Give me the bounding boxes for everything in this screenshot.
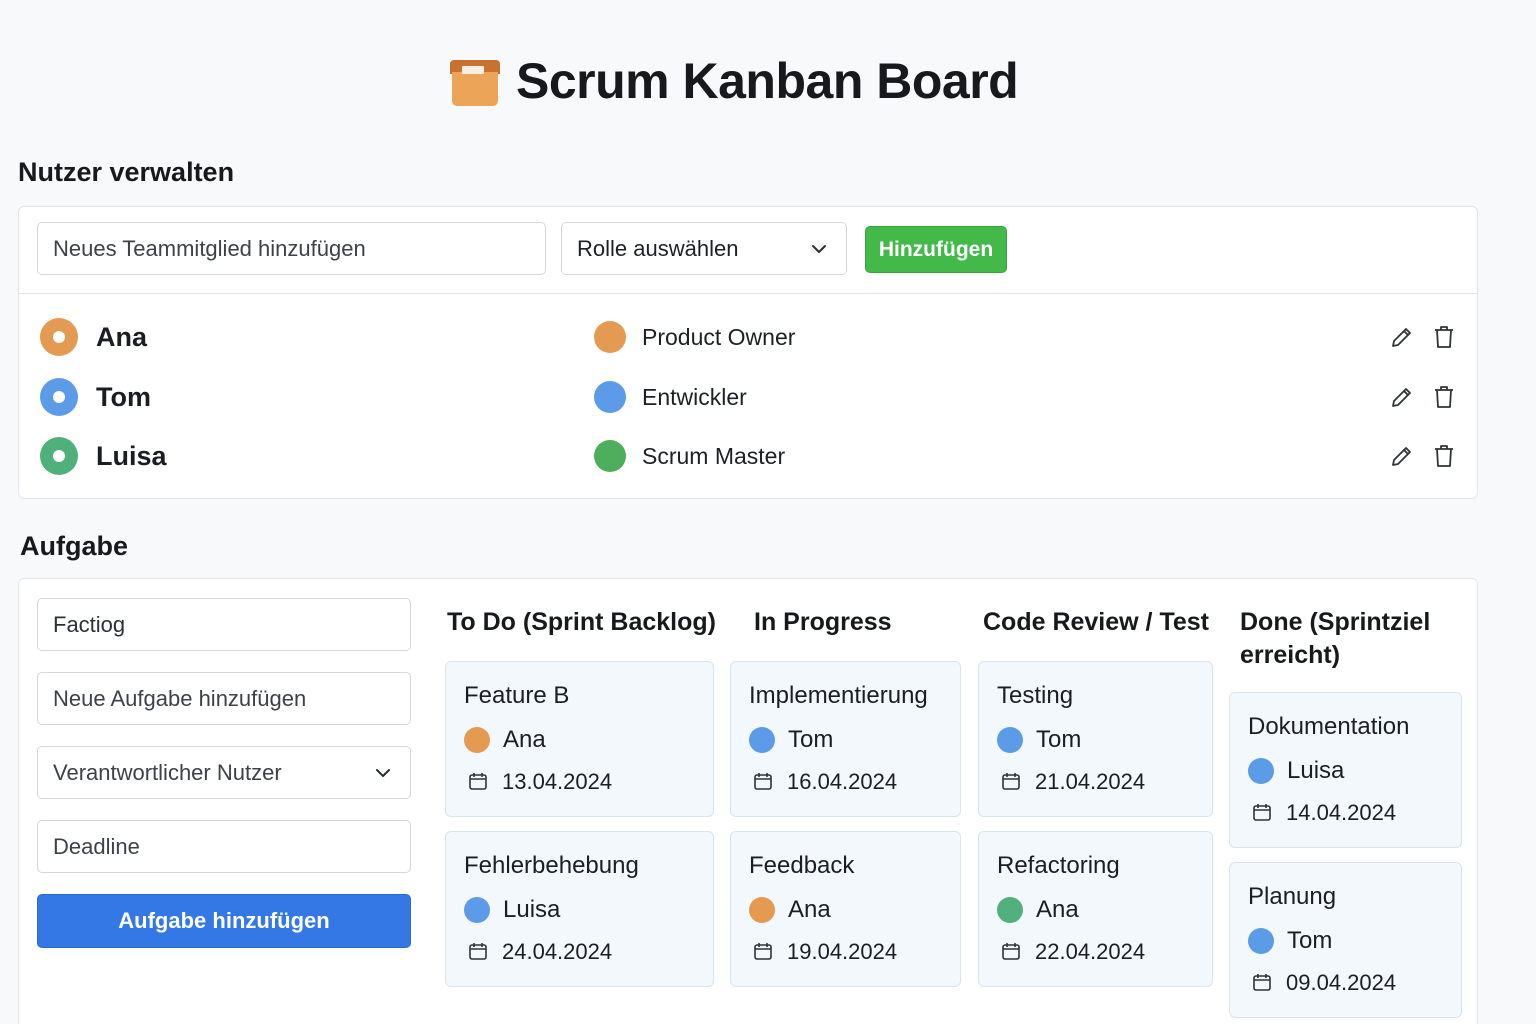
user-role: Entwickler [642,384,747,410]
task-user: Tom [1287,927,1333,954]
trash-icon[interactable] [1433,443,1455,469]
task-title: Testing [997,682,1074,709]
calendar-icon [1002,943,1020,960]
task-title: Implementierung [749,682,928,709]
user-row: Luisa Scrum Master [19,431,1477,481]
task-card[interactable]: Refactoring Ana 22.04.2024 [978,831,1213,987]
users-heading: Nutzer verwalten [18,157,235,187]
task-date: 16.04.2024 [787,769,898,794]
avatar [40,318,78,356]
user-name: Ana [96,322,148,352]
trash-icon[interactable] [1433,384,1455,410]
calendar-icon [754,943,772,960]
user-dot [997,727,1023,753]
user-row: Ana Product Owner [19,312,1477,362]
calendar-icon [1253,974,1271,991]
pencil-icon[interactable] [1389,384,1415,410]
user-dot [464,727,490,753]
task-date: 22.04.2024 [1035,939,1146,964]
task-card[interactable]: Planung Tom 09.04.2024 [1229,862,1462,1018]
pencil-icon[interactable] [1389,324,1415,350]
role-select-value: Rolle auswählen [577,235,739,261]
task-user: Luisa [503,896,561,923]
task-date: 14.04.2024 [1286,800,1397,825]
task-card[interactable]: Feature B Ana 13.04.2024 [445,661,714,817]
task-title: Refactoring [997,852,1120,879]
column-title-in-progress: In Progress [754,608,892,636]
task-heading: Aufgabe [20,531,128,561]
calendar-icon [1253,804,1271,821]
trash-icon[interactable] [1433,324,1455,350]
users-panel: Neues Teammitglied hinzufügen Rolle ausw… [18,206,1478,499]
task-date: 21.04.2024 [1035,769,1146,794]
task-card[interactable]: Fehlerbehebung Luisa 24.04.2024 [445,831,714,987]
avatar [40,378,78,416]
task-user: Ana [1036,896,1079,923]
box-icon [450,54,500,108]
calendar-icon [1002,773,1020,790]
avatar [40,437,78,475]
responsible-user-select[interactable]: Verantwortlicher Nutzer [37,746,411,799]
role-color-dot [594,440,626,472]
column-title-todo: To Do (Sprint Backlog) [447,608,716,636]
task-panel: Factiog Neue Aufgabe hinzufügen Verantwo… [18,578,1478,1024]
user-role: Product Owner [642,324,796,350]
user-row: Tom Entwickler [19,372,1477,422]
user-dot [997,897,1023,923]
task-title: Planung [1248,883,1337,910]
task-title: Feedback [749,852,855,879]
task-date: 19.04.2024 [787,939,898,964]
task-date: 24.04.2024 [502,939,613,964]
add-task-button[interactable]: Aufgabe hinzufügen [37,894,411,948]
user-dot [749,897,775,923]
task-user: Ana [503,726,546,753]
user-dot [1248,928,1274,954]
chevron-down-icon [812,245,826,253]
calendar-icon [469,773,487,790]
user-name: Luisa [96,441,167,471]
task-user: Tom [788,726,834,753]
page-header: Scrum Kanban Board [450,52,1019,110]
task-card[interactable]: Testing Tom 21.04.2024 [978,661,1213,817]
column-title-done: Done (Sprintziel erreicht) [1240,608,1431,669]
page-title: Scrum Kanban Board [516,53,1019,109]
responsible-user-value: Verantwortlicher Nutzer [53,759,282,785]
task-date: 13.04.2024 [502,769,613,794]
role-select[interactable]: Rolle auswählen [561,222,847,275]
task-user: Luisa [1287,757,1345,784]
user-dot [464,897,490,923]
deadline-input[interactable]: Deadline [37,820,411,873]
calendar-icon [469,943,487,960]
task-user: Tom [1036,726,1082,753]
role-color-dot [594,381,626,413]
task-date: 09.04.2024 [1286,970,1397,995]
task-title-input[interactable]: Factiog [37,598,411,651]
task-card[interactable]: Implementierung Tom 16.04.2024 [730,661,961,817]
column-title-review: Code Review / Test [983,608,1209,636]
task-title: Feature B [464,682,570,709]
add-user-button[interactable]: Hinzufügen [865,226,1007,273]
pencil-icon[interactable] [1389,443,1415,469]
user-name: Tom [96,382,151,412]
user-dot [1248,758,1274,784]
add-user-form: Neues Teammitglied hinzufügen Rolle ausw… [19,207,1477,294]
task-card[interactable]: Dokumentation Luisa 14.04.2024 [1229,692,1462,848]
user-dot [749,727,775,753]
task-title: Fehlerbehebung [464,852,639,879]
member-name-input[interactable]: Neues Teammitglied hinzufügen [37,222,546,275]
task-user: Ana [788,896,831,923]
user-role: Scrum Master [642,443,786,469]
task-description-input[interactable]: Neue Aufgabe hinzufügen [37,672,411,725]
task-title: Dokumentation [1248,713,1410,740]
role-color-dot [594,321,626,353]
chevron-down-icon [376,769,390,777]
task-card[interactable]: Feedback Ana 19.04.2024 [730,831,961,987]
calendar-icon [754,773,772,790]
